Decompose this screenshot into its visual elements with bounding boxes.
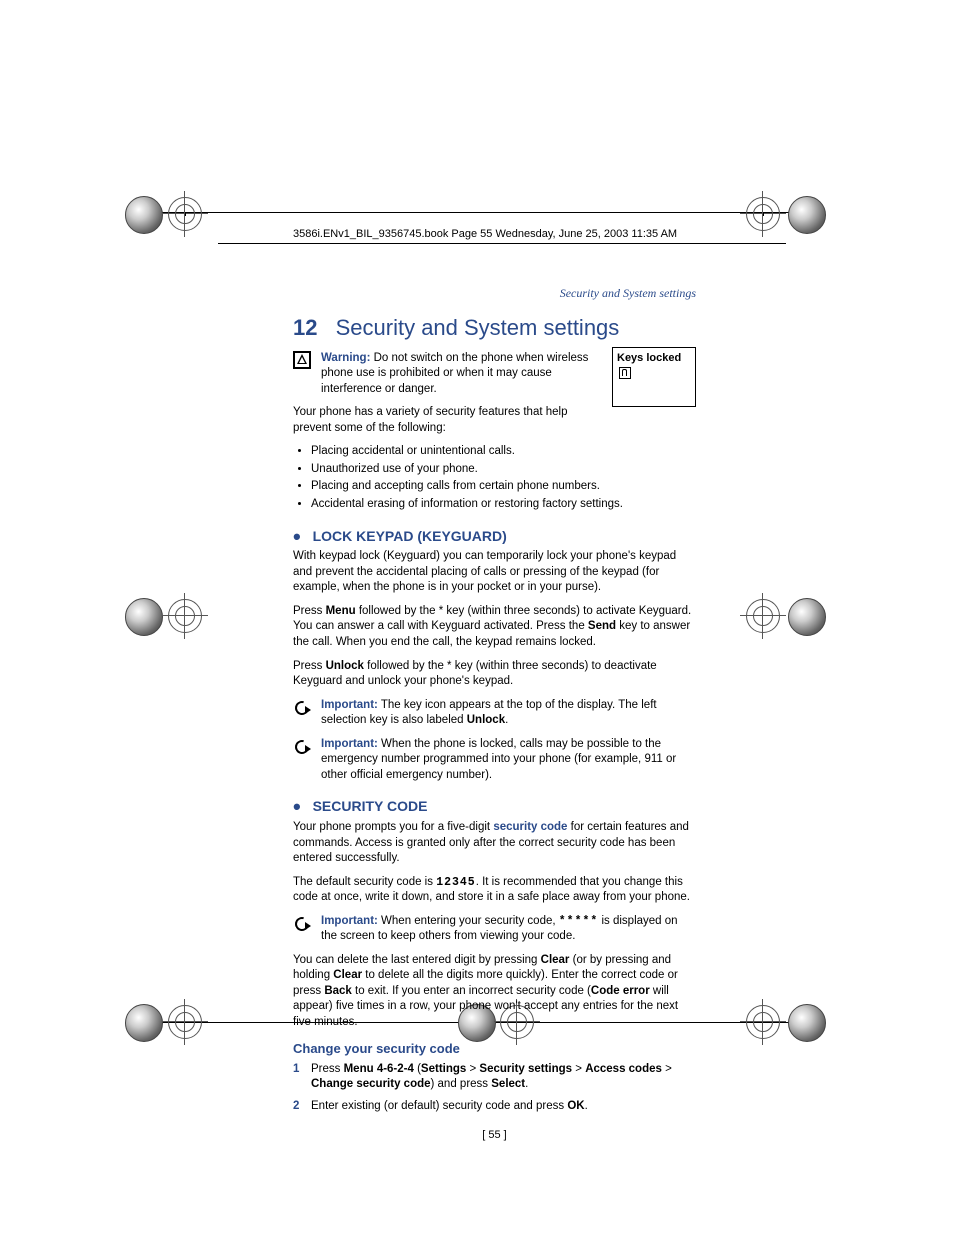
body-paragraph: The default security code is 12345. It i…: [293, 875, 696, 906]
chapter-number: 12: [293, 315, 317, 340]
important-text: Important: The key icon appears at the t…: [321, 698, 696, 729]
list-item: Placing accidental or unintentional call…: [311, 444, 696, 460]
important-text: Important: When entering your security c…: [321, 914, 696, 945]
sphere-icon: [125, 196, 163, 234]
rule-stub: [763, 212, 764, 216]
page-content: Security and System settings 12 Security…: [293, 285, 696, 1143]
intro-paragraph: Your phone has a variety of security fea…: [293, 405, 603, 436]
important-box: Important: When the phone is locked, cal…: [293, 737, 696, 784]
body-paragraph: With keypad lock (Keyguard) you can temp…: [293, 549, 696, 596]
bullet-icon: •: [293, 524, 301, 549]
chapter-title: 12 Security and System settings: [293, 313, 696, 343]
registration-mark-icon: [746, 1005, 780, 1039]
page-number: [ 55 ]: [293, 1128, 696, 1143]
important-icon: [293, 698, 313, 722]
sphere-icon: [788, 196, 826, 234]
important-label: Important:: [321, 738, 378, 750]
registration-mark-icon: [168, 599, 202, 633]
body-paragraph: Press Menu followed by the * key (within…: [293, 604, 696, 651]
document-page: 3586i.ENv1_BIL_9356745.book Page 55 Wedn…: [0, 0, 954, 1235]
sphere-icon: [125, 1004, 163, 1042]
sphere-icon: [788, 1004, 826, 1042]
registration-mark-icon: [746, 599, 780, 633]
list-item: Unauthorized use of your phone.: [311, 462, 696, 478]
important-box: Important: When entering your security c…: [293, 914, 696, 945]
sphere-icon: [125, 598, 163, 636]
screen-label: Keys locked: [617, 351, 681, 366]
important-box: Important: The key icon appears at the t…: [293, 698, 696, 729]
feature-bullets: Placing accidental or unintentional call…: [293, 444, 696, 512]
body-paragraph: Press Unlock followed by the * key (with…: [293, 659, 696, 690]
warning-icon: [293, 351, 313, 375]
list-item: 1 Press Menu 4-6-2-4 (Settings > Securit…: [293, 1062, 696, 1093]
list-item: Placing and accepting calls from certain…: [311, 479, 696, 495]
body-paragraph: You can delete the last entered digit by…: [293, 953, 696, 1031]
header-line: 3586i.ENv1_BIL_9356745.book Page 55 Wedn…: [293, 228, 677, 240]
key-lock-icon: [619, 367, 631, 379]
running-head: Security and System settings: [293, 285, 696, 301]
section-heading-security-code: • SECURITY CODE: [293, 797, 696, 816]
important-text: Important: When the phone is locked, cal…: [321, 737, 696, 784]
step-number: 2: [293, 1099, 299, 1115]
body-paragraph: Your phone prompts you for a five-digit …: [293, 820, 696, 867]
steps-list: 1 Press Menu 4-6-2-4 (Settings > Securit…: [293, 1062, 696, 1115]
warning-label: Warning:: [321, 352, 370, 364]
warning-box: Warning: Do not switch on the phone when…: [293, 351, 603, 398]
rule-header-under: [218, 243, 786, 244]
step-number: 1: [293, 1062, 299, 1078]
warning-text: Warning: Do not switch on the phone when…: [321, 351, 603, 398]
section-heading-keyguard: • LOCK KEYPAD (KEYGUARD): [293, 527, 696, 546]
list-item: Accidental erasing of information or res…: [311, 497, 696, 513]
chapter-title-text: Security and System settings: [336, 315, 620, 340]
subsection-heading-change-code: Change your security code: [293, 1040, 696, 1058]
important-label: Important:: [321, 915, 378, 927]
rule-stub: [185, 212, 186, 216]
bullet-icon: •: [293, 794, 301, 819]
rule-top: [158, 212, 790, 213]
phone-screen-box: Keys locked: [612, 347, 696, 407]
important-icon: [293, 737, 313, 761]
registration-mark-icon: [168, 1005, 202, 1039]
sphere-icon: [788, 598, 826, 636]
list-item: 2 Enter existing (or default) security c…: [293, 1099, 696, 1115]
important-label: Important:: [321, 699, 378, 711]
important-icon: [293, 914, 313, 938]
